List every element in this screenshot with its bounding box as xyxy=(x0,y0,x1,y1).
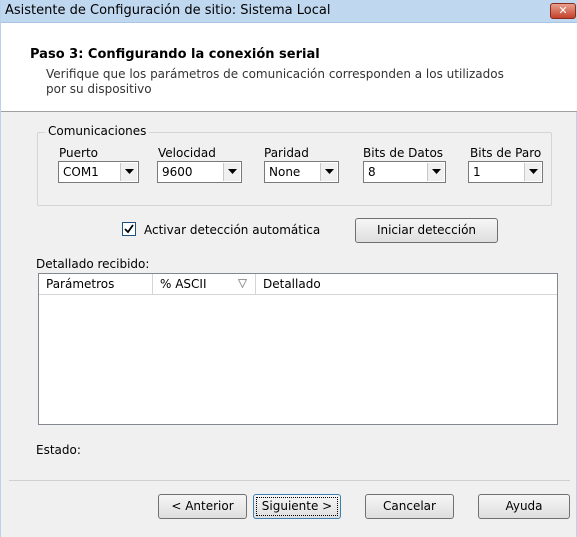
wizard-header: Paso 3: Configurando la conexión serial … xyxy=(1,23,577,112)
list-header: Parámetros % ASCII Detallado xyxy=(39,274,557,295)
chevron-down-icon[interactable] xyxy=(427,163,444,181)
parity-select[interactable]: None xyxy=(264,161,339,183)
start-detection-button[interactable]: Iniciar detección xyxy=(355,218,498,243)
stop-bits-select[interactable]: 1 xyxy=(468,161,543,183)
speed-label: Velocidad xyxy=(158,146,216,160)
stop-bits-label: Bits de Paro xyxy=(470,146,542,160)
port-select[interactable]: COM1 xyxy=(58,161,139,183)
column-ascii-label: % ASCII xyxy=(160,277,207,291)
column-ascii[interactable]: % ASCII xyxy=(153,274,256,294)
column-parameters[interactable]: Parámetros xyxy=(39,274,153,294)
chevron-down-icon[interactable] xyxy=(320,163,337,181)
close-button[interactable]: ✕ xyxy=(550,3,576,19)
chevron-down-icon[interactable] xyxy=(120,163,137,181)
auto-detect-row[interactable]: Activar detección automática xyxy=(122,222,320,237)
sort-icon xyxy=(238,279,247,288)
parity-value: None xyxy=(269,165,301,179)
step-description: Verifique que los parámetros de comunica… xyxy=(46,67,504,96)
chevron-down-icon[interactable] xyxy=(223,163,240,181)
port-label: Puerto xyxy=(59,146,98,160)
parity-label: Paridad xyxy=(264,146,309,160)
window-title: Asistente de Configuración de sitio: Sis… xyxy=(5,3,331,18)
port-value: COM1 xyxy=(63,165,99,179)
received-list[interactable]: Parámetros % ASCII Detallado xyxy=(38,273,558,425)
received-label: Detallado recibido: xyxy=(36,257,150,271)
speed-select[interactable]: 9600 xyxy=(157,161,242,183)
data-bits-label: Bits de Datos xyxy=(363,146,444,160)
column-detail[interactable]: Detallado xyxy=(256,274,557,294)
data-bits-select[interactable]: 8 xyxy=(363,161,446,183)
close-icon: ✕ xyxy=(558,4,568,17)
communications-legend: Comunicaciones xyxy=(45,124,150,138)
speed-value: 9600 xyxy=(162,165,193,179)
footer-separator xyxy=(9,480,570,481)
auto-detect-checkbox[interactable] xyxy=(122,222,136,236)
checkmark-icon xyxy=(124,224,134,234)
stop-bits-value: 1 xyxy=(473,165,481,179)
auto-detect-label: Activar detección automática xyxy=(144,223,321,237)
title-bar: Asistente de Configuración de sitio: Sis… xyxy=(1,0,577,23)
data-bits-value: 8 xyxy=(368,165,376,179)
wizard-window: Asistente de Configuración de sitio: Sis… xyxy=(0,0,577,537)
next-button[interactable]: Siguiente > xyxy=(253,494,341,519)
step-title: Paso 3: Configurando la conexión serial xyxy=(30,47,320,62)
status-label: Estado: xyxy=(36,443,81,457)
back-button[interactable]: < Anterior xyxy=(158,494,247,519)
chevron-down-icon[interactable] xyxy=(524,163,541,181)
cancel-button[interactable]: Cancelar xyxy=(365,494,454,519)
help-button[interactable]: Ayuda xyxy=(478,494,570,519)
